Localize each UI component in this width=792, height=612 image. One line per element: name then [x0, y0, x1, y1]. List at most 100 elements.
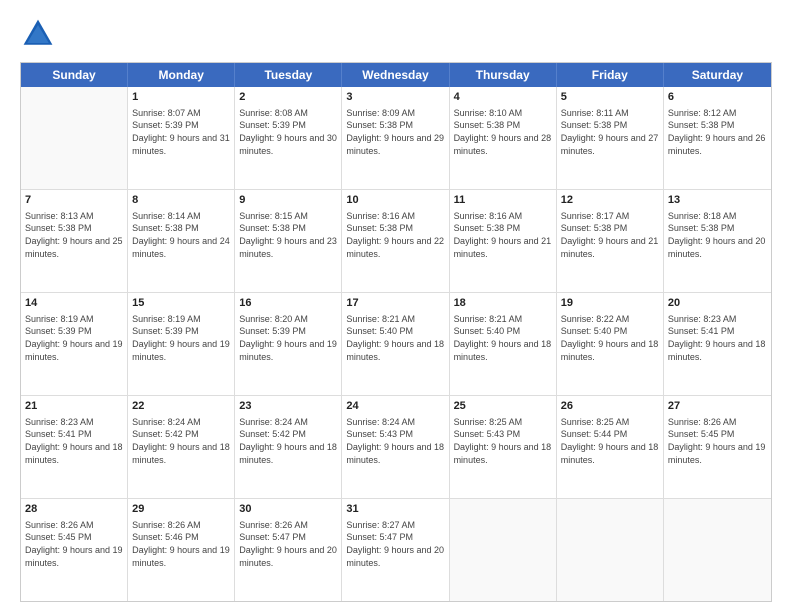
calendar-cell: 10 Sunrise: 8:16 AMSunset: 5:38 PMDayligh… — [342, 190, 449, 292]
page: SundayMondayTuesdayWednesdayThursdayFrid… — [0, 0, 792, 612]
calendar-cell: 16 Sunrise: 8:20 AMSunset: 5:39 PMDayligh… — [235, 293, 342, 395]
cell-info: Sunrise: 8:25 AMSunset: 5:43 PMDaylight:… — [454, 416, 552, 466]
cell-info: Sunrise: 8:19 AMSunset: 5:39 PMDaylight:… — [25, 313, 123, 363]
calendar-cell: 11 Sunrise: 8:16 AMSunset: 5:38 PMDayligh… — [450, 190, 557, 292]
day-number: 16 — [239, 296, 337, 311]
calendar-cell: 17 Sunrise: 8:21 AMSunset: 5:40 PMDayligh… — [342, 293, 449, 395]
day-number: 19 — [561, 296, 659, 311]
calendar-cell: 31 Sunrise: 8:27 AMSunset: 5:47 PMDayligh… — [342, 499, 449, 601]
calendar-cell — [21, 87, 128, 189]
calendar-cell: 20 Sunrise: 8:23 AMSunset: 5:41 PMDayligh… — [664, 293, 771, 395]
day-number: 27 — [668, 399, 767, 414]
day-number: 24 — [346, 399, 444, 414]
cell-info: Sunrise: 8:18 AMSunset: 5:38 PMDaylight:… — [668, 210, 767, 260]
day-number: 11 — [454, 193, 552, 208]
day-number: 26 — [561, 399, 659, 414]
calendar-cell — [557, 499, 664, 601]
calendar-cell: 14 Sunrise: 8:19 AMSunset: 5:39 PMDayligh… — [21, 293, 128, 395]
calendar-cell — [450, 499, 557, 601]
cell-info: Sunrise: 8:13 AMSunset: 5:38 PMDaylight:… — [25, 210, 123, 260]
day-number: 5 — [561, 90, 659, 105]
day-number: 10 — [346, 193, 444, 208]
calendar-row: 21Sunrise: 8:23 AMSunset: 5:41 PMDayligh… — [21, 396, 771, 499]
day-number: 3 — [346, 90, 444, 105]
calendar-cell: 24 Sunrise: 8:24 AMSunset: 5:43 PMDayligh… — [342, 396, 449, 498]
cell-info: Sunrise: 8:09 AMSunset: 5:38 PMDaylight:… — [346, 107, 444, 157]
calendar-cell: 15 Sunrise: 8:19 AMSunset: 5:39 PMDayligh… — [128, 293, 235, 395]
cell-info: Sunrise: 8:20 AMSunset: 5:39 PMDaylight:… — [239, 313, 337, 363]
calendar-cell: 30Sunrise: 8:26 AMSunset: 5:47 PMDayligh… — [235, 499, 342, 601]
calendar-cell: 6Sunrise: 8:12 AMSunset: 5:38 PMDaylight… — [664, 87, 771, 189]
calendar-cell: 12 Sunrise: 8:17 AMSunset: 5:38 PMDayligh… — [557, 190, 664, 292]
weekday-header: Wednesday — [342, 63, 449, 87]
cell-info: Sunrise: 8:10 AMSunset: 5:38 PMDaylight:… — [454, 107, 552, 157]
cell-info: Sunrise: 8:27 AMSunset: 5:47 PMDaylight:… — [346, 519, 444, 569]
cell-info: Sunrise: 8:26 AMSunset: 5:45 PMDaylight:… — [25, 519, 123, 569]
calendar-body: 1Sunrise: 8:07 AMSunset: 5:39 PMDaylight… — [21, 87, 771, 601]
day-number: 18 — [454, 296, 552, 311]
calendar-cell: 25 Sunrise: 8:25 AMSunset: 5:43 PMDayligh… — [450, 396, 557, 498]
calendar-header: SundayMondayTuesdayWednesdayThursdayFrid… — [21, 63, 771, 87]
cell-info: Sunrise: 8:14 AMSunset: 5:38 PMDaylight:… — [132, 210, 230, 260]
weekday-header: Saturday — [664, 63, 771, 87]
logo — [20, 16, 60, 52]
cell-info: Sunrise: 8:11 AMSunset: 5:38 PMDaylight:… — [561, 107, 659, 157]
calendar-row: 1Sunrise: 8:07 AMSunset: 5:39 PMDaylight… — [21, 87, 771, 190]
cell-info: Sunrise: 8:25 AMSunset: 5:44 PMDaylight:… — [561, 416, 659, 466]
cell-info: Sunrise: 8:21 AMSunset: 5:40 PMDaylight:… — [454, 313, 552, 363]
cell-info: Sunrise: 8:17 AMSunset: 5:38 PMDaylight:… — [561, 210, 659, 260]
cell-info: Sunrise: 8:24 AMSunset: 5:42 PMDaylight:… — [239, 416, 337, 466]
calendar-cell: 29 Sunrise: 8:26 AMSunset: 5:46 PMDayligh… — [128, 499, 235, 601]
calendar-row: 7 Sunrise: 8:13 AMSunset: 5:38 PMDaylight… — [21, 190, 771, 293]
calendar-row: 28 Sunrise: 8:26 AMSunset: 5:45 PMDayligh… — [21, 499, 771, 601]
cell-info: Sunrise: 8:23 AMSunset: 5:41 PMDaylight:… — [25, 416, 123, 466]
calendar-cell: 1Sunrise: 8:07 AMSunset: 5:39 PMDaylight… — [128, 87, 235, 189]
calendar-cell: 2 Sunrise: 8:08 AMSunset: 5:39 PMDaylight… — [235, 87, 342, 189]
weekday-header: Friday — [557, 63, 664, 87]
calendar-cell: 7 Sunrise: 8:13 AMSunset: 5:38 PMDaylight… — [21, 190, 128, 292]
calendar-cell: 27 Sunrise: 8:26 AMSunset: 5:45 PMDayligh… — [664, 396, 771, 498]
day-number: 1 — [132, 90, 230, 105]
cell-info: Sunrise: 8:16 AMSunset: 5:38 PMDaylight:… — [454, 210, 552, 260]
calendar-cell: 18 Sunrise: 8:21 AMSunset: 5:40 PMDayligh… — [450, 293, 557, 395]
weekday-header: Sunday — [21, 63, 128, 87]
calendar-cell: 21Sunrise: 8:23 AMSunset: 5:41 PMDayligh… — [21, 396, 128, 498]
cell-info: Sunrise: 8:19 AMSunset: 5:39 PMDaylight:… — [132, 313, 230, 363]
cell-info: Sunrise: 8:21 AMSunset: 5:40 PMDaylight:… — [346, 313, 444, 363]
cell-info: Sunrise: 8:08 AMSunset: 5:39 PMDaylight:… — [239, 107, 337, 157]
day-number: 17 — [346, 296, 444, 311]
cell-info: Sunrise: 8:26 AMSunset: 5:45 PMDaylight:… — [668, 416, 767, 466]
day-number: 2 — [239, 90, 337, 105]
day-number: 7 — [25, 193, 123, 208]
cell-info: Sunrise: 8:26 AMSunset: 5:46 PMDaylight:… — [132, 519, 230, 569]
calendar-cell: 28 Sunrise: 8:26 AMSunset: 5:45 PMDayligh… — [21, 499, 128, 601]
day-number: 23 — [239, 399, 337, 414]
cell-info: Sunrise: 8:16 AMSunset: 5:38 PMDaylight:… — [346, 210, 444, 260]
day-number: 25 — [454, 399, 552, 414]
calendar-cell: 3 Sunrise: 8:09 AMSunset: 5:38 PMDaylight… — [342, 87, 449, 189]
logo-icon — [20, 16, 56, 52]
day-number: 14 — [25, 296, 123, 311]
weekday-header: Tuesday — [235, 63, 342, 87]
cell-info: Sunrise: 8:23 AMSunset: 5:41 PMDaylight:… — [668, 313, 767, 363]
calendar-cell: 13Sunrise: 8:18 AMSunset: 5:38 PMDayligh… — [664, 190, 771, 292]
calendar: SundayMondayTuesdayWednesdayThursdayFrid… — [20, 62, 772, 602]
day-number: 28 — [25, 502, 123, 517]
weekday-header: Monday — [128, 63, 235, 87]
day-number: 15 — [132, 296, 230, 311]
calendar-cell: 22Sunrise: 8:24 AMSunset: 5:42 PMDayligh… — [128, 396, 235, 498]
day-number: 31 — [346, 502, 444, 517]
cell-info: Sunrise: 8:22 AMSunset: 5:40 PMDaylight:… — [561, 313, 659, 363]
calendar-cell: 4Sunrise: 8:10 AMSunset: 5:38 PMDaylight… — [450, 87, 557, 189]
cell-info: Sunrise: 8:24 AMSunset: 5:43 PMDaylight:… — [346, 416, 444, 466]
calendar-cell: 9Sunrise: 8:15 AMSunset: 5:38 PMDaylight… — [235, 190, 342, 292]
calendar-cell: 19 Sunrise: 8:22 AMSunset: 5:40 PMDayligh… — [557, 293, 664, 395]
cell-info: Sunrise: 8:26 AMSunset: 5:47 PMDaylight:… — [239, 519, 337, 569]
day-number: 12 — [561, 193, 659, 208]
header — [20, 16, 772, 52]
day-number: 20 — [668, 296, 767, 311]
calendar-row: 14 Sunrise: 8:19 AMSunset: 5:39 PMDayligh… — [21, 293, 771, 396]
cell-info: Sunrise: 8:12 AMSunset: 5:38 PMDaylight:… — [668, 107, 767, 157]
day-number: 29 — [132, 502, 230, 517]
calendar-cell: 26 Sunrise: 8:25 AMSunset: 5:44 PMDayligh… — [557, 396, 664, 498]
